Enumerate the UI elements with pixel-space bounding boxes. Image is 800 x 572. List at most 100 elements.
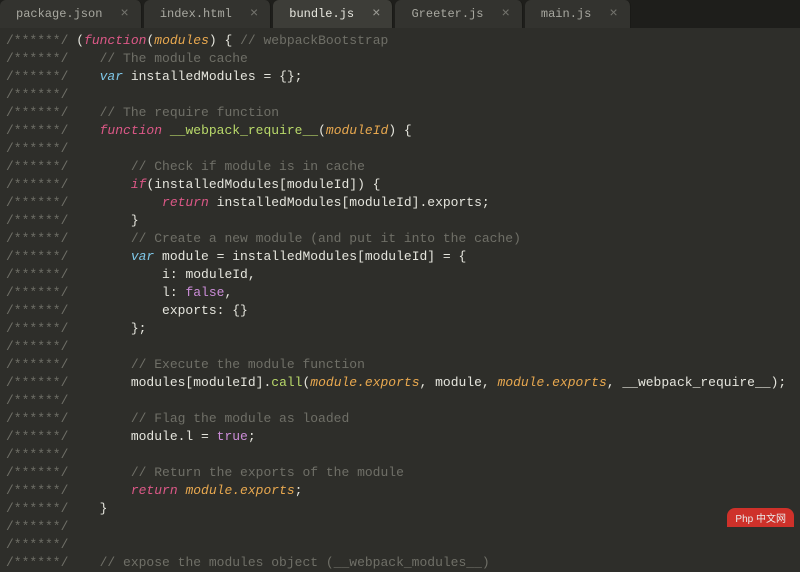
code-line: /******/ if(installedModules[moduleId]) … [6, 176, 800, 194]
code-line: /******/ // The module cache [6, 50, 800, 68]
gutter-comment: /******/ [6, 285, 162, 300]
gutter-comment: /******/ [6, 411, 131, 426]
token-pun: : {} [217, 303, 248, 318]
tab-package-json[interactable]: package.json × [0, 0, 142, 28]
gutter-comment: /******/ [6, 429, 131, 444]
code-editor[interactable]: /******/ (function(modules) { // webpack… [0, 28, 800, 572]
token-kw: function [84, 33, 146, 48]
token-pun: , module, [420, 375, 498, 390]
token-kwv: var [100, 69, 123, 84]
code-line: /******/ modules[moduleId].call(module.e… [6, 374, 800, 392]
code-line: /******/ module.l = true; [6, 428, 800, 446]
gutter-comment: /******/ [6, 555, 100, 570]
code-line: /******/ [6, 536, 800, 554]
token-pun: : moduleId, [170, 267, 256, 282]
token-pun: ( [318, 123, 326, 138]
code-line: /******/ [6, 140, 800, 158]
code-line: /******/ var installedModules = {}; [6, 68, 800, 86]
token-def: installedModules[moduleId].exports; [209, 195, 490, 210]
token-prmi: module.exports [498, 375, 607, 390]
tab-bar: package.json×index.html×bundle.js×Greete… [0, 0, 800, 28]
gutter-comment: /******/ [6, 51, 100, 66]
gutter-comment: /******/ [6, 249, 131, 264]
close-icon[interactable]: × [120, 7, 128, 21]
code-line: /******/ // Create a new module (and put… [6, 230, 800, 248]
gutter-comment: /******/ [6, 87, 68, 102]
code-line: /******/ var module = installedModules[m… [6, 248, 800, 266]
token-cmt: // Execute the module function [131, 357, 365, 372]
token-kw: if [131, 177, 147, 192]
token-cmt: // expose the modules object (__webpack_… [100, 555, 490, 570]
token-def: l [162, 285, 170, 300]
token-fn: __webpack_require__ [170, 123, 318, 138]
gutter-comment: /******/ [6, 447, 68, 462]
code-line: /******/ [6, 518, 800, 536]
gutter-comment: /******/ [6, 393, 68, 408]
token-kwv: var [131, 249, 154, 264]
code-line: /******/ [6, 446, 800, 464]
token-prmi: module.exports [310, 375, 419, 390]
token-cmt: // The module cache [100, 51, 248, 66]
gutter-comment: /******/ [6, 375, 131, 390]
token-cmt: // Flag the module as loaded [131, 411, 349, 426]
token-cmt: // The require function [100, 105, 279, 120]
tab-label: index.html [160, 7, 232, 21]
gutter-comment: /******/ [6, 105, 100, 120]
close-icon[interactable]: × [501, 7, 509, 21]
close-icon[interactable]: × [250, 7, 258, 21]
gutter-comment: /******/ [6, 537, 68, 552]
token-num: false [185, 285, 224, 300]
gutter-comment: /******/ [6, 321, 131, 336]
token-cmt: // Create a new module (and put it into … [131, 231, 521, 246]
gutter-comment: /******/ [6, 213, 131, 228]
gutter-comment: /******/ [6, 159, 131, 174]
watermark-badge: Php 中文网 [727, 508, 794, 527]
code-line: /******/ i: moduleId, [6, 266, 800, 284]
close-icon[interactable]: × [372, 7, 380, 21]
token-pun: (installedModules[moduleId]) { [146, 177, 380, 192]
token-num: true [217, 429, 248, 444]
token-ret: return [162, 195, 209, 210]
token-def: exports [162, 303, 217, 318]
gutter-comment: /******/ [6, 465, 131, 480]
code-line: /******/ exports: {} [6, 302, 800, 320]
code-line: /******/ // expose the modules object (_… [6, 554, 800, 572]
code-line: /******/ [6, 392, 800, 410]
token-prmi: module.exports [185, 483, 294, 498]
token-def: module.l [131, 429, 201, 444]
code-line: /******/ // Flag the module as loaded [6, 410, 800, 428]
gutter-comment: /******/ [6, 69, 100, 84]
code-line: /******/ } [6, 212, 800, 230]
token-pun: = installedModules[moduleId] = { [217, 249, 467, 264]
gutter-comment: /******/ [6, 303, 162, 318]
tab-greeter-js[interactable]: Greeter.js× [395, 0, 522, 28]
token-ret: return [131, 483, 178, 498]
code-line: /******/ function __webpack_require__(mo… [6, 122, 800, 140]
tab-main-js[interactable]: main.js× [525, 0, 631, 28]
token-def: module [154, 249, 216, 264]
token-pun: = [201, 429, 217, 444]
token-pun: ; [248, 429, 256, 444]
tab-index-html[interactable]: index.html × [144, 0, 271, 28]
token-cmt: // Check if module is in cache [131, 159, 365, 174]
code-line: /******/ // Check if module is in cache [6, 158, 800, 176]
gutter-comment: /******/ [6, 123, 100, 138]
token-kw: function [100, 123, 162, 138]
token-def: modules[moduleId]. [131, 375, 271, 390]
close-icon[interactable]: × [609, 7, 617, 21]
code-line: /******/ l: false, [6, 284, 800, 302]
token-cmt: // webpackBootstrap [240, 33, 388, 48]
gutter-comment: /******/ [6, 267, 162, 282]
token-fn: call [271, 375, 302, 390]
gutter-comment: /******/ [6, 33, 76, 48]
tab-label: package.json [16, 7, 102, 21]
gutter-comment: /******/ [6, 483, 131, 498]
code-line: /******/ }; [6, 320, 800, 338]
token-def: i [162, 267, 170, 282]
tab-bundle-js[interactable]: bundle.js× [273, 0, 393, 28]
code-line: /******/ } [6, 500, 800, 518]
token-pun: }; [131, 321, 147, 336]
token-prm: modules [154, 33, 209, 48]
code-line: /******/ // Execute the module function [6, 356, 800, 374]
code-line: /******/ [6, 86, 800, 104]
